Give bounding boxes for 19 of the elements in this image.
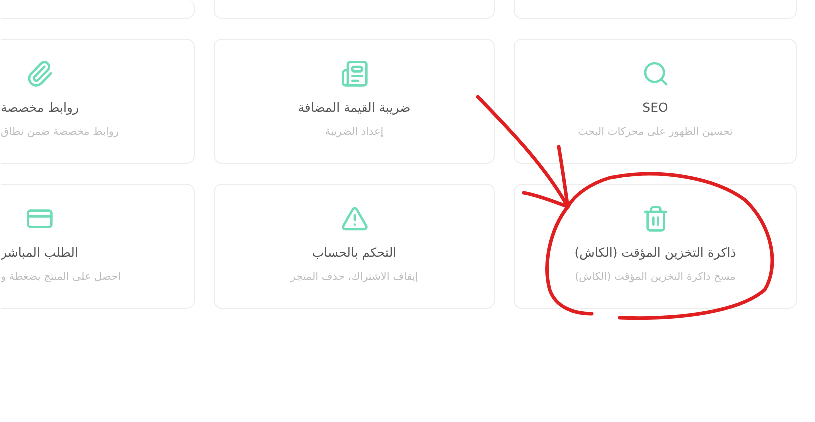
card-description: مسح ذاكرة التخزين المؤقت (الكاش) bbox=[575, 271, 736, 283]
card-description: إيقاف الاشتراك، حذف المتجر bbox=[290, 271, 418, 283]
settings-card[interactable]: روابط مخصصة روابط مخصصة ضمن نطاق bbox=[1, 39, 195, 164]
paperclip-icon bbox=[26, 60, 54, 88]
settings-card[interactable]: ضريبة القيمة المضافة إعداد الضريبة bbox=[214, 39, 495, 164]
warning-icon bbox=[340, 205, 368, 233]
card-description: تحسين الظهور على محركات البحث bbox=[578, 126, 733, 138]
card-title: ضريبة القيمة المضافة bbox=[298, 100, 411, 115]
card-title: ذاكرة التخزين المؤقت (الكاش) bbox=[574, 245, 736, 260]
trash-icon bbox=[642, 205, 670, 233]
newspaper-icon bbox=[340, 60, 368, 88]
card-description: إعداد الضريبة bbox=[325, 126, 384, 138]
card-title: روابط مخصصة bbox=[1, 100, 80, 115]
settings-card[interactable]: ذاكرة التخزين المؤقت (الكاش) مسح ذاكرة التخزين المؤقت (الكاش) bbox=[514, 184, 797, 309]
card-title: SEO bbox=[642, 100, 668, 115]
settings-card[interactable]: التحكم بالحساب إيقاف الاشتراك، حذف المتجر bbox=[214, 184, 495, 309]
search-icon bbox=[642, 60, 670, 88]
card-description: روابط مخصصة ضمن نطاق bbox=[1, 126, 120, 138]
card-title: التحكم بالحساب bbox=[312, 245, 397, 260]
